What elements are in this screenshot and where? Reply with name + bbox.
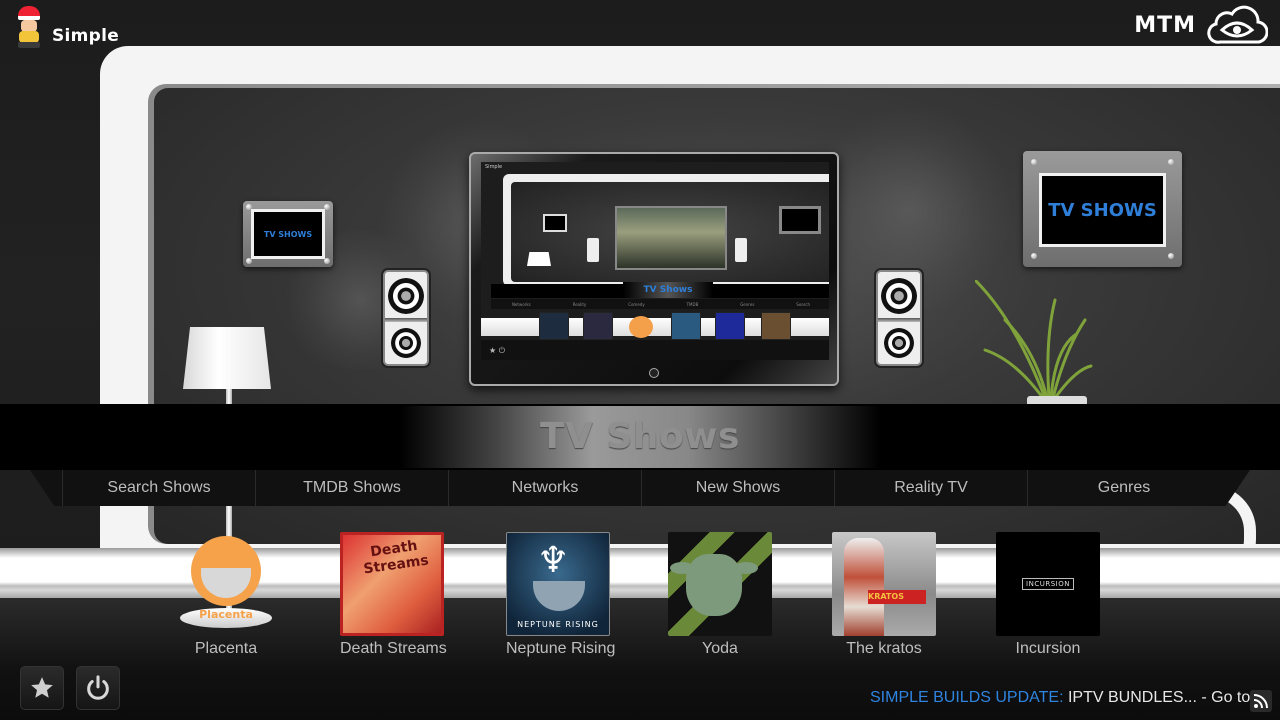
submenu-item-reality-tv[interactable]: Reality TV	[834, 470, 1027, 506]
kodi-home-screen: Simple MTM TV SHOWS TV SHOWS Simple TV S…	[0, 0, 1280, 720]
frame-text: TV SHOWS	[251, 209, 325, 259]
addon-label: The kratos	[846, 640, 922, 657]
cloud-eye-icon	[1207, 5, 1268, 44]
death-streams-icon: Death Streams	[340, 532, 444, 636]
tv-shows-frame-right: TV SHOWS	[1023, 151, 1182, 267]
speaker-left	[383, 270, 429, 366]
incursion-icon: INCURSION	[996, 532, 1100, 636]
power-icon	[87, 675, 109, 700]
addon-label: Death Streams	[340, 640, 447, 657]
submenu-bar: Search Shows TMDB Shows Networks New Sho…	[30, 470, 1250, 506]
addon-tile-the-kratos[interactable]: KRATOS The kratos	[832, 532, 936, 658]
addon-tile-yoda[interactable]: Yoda	[668, 532, 772, 658]
submenu-item-new-shows[interactable]: New Shows	[641, 470, 834, 506]
preview-screen: Simple TV Shows Networks Reality Comedy TMD…	[481, 162, 829, 360]
tv-power-led	[649, 368, 659, 378]
ticker-highlight: SIMPLE BUILDS UPDATE:	[870, 689, 1064, 706]
kratos-icon: KRATOS	[832, 532, 936, 636]
tv-shows-frame-left: TV SHOWS	[243, 201, 333, 267]
addon-label: Placenta	[194, 640, 258, 657]
addon-label: Neptune Rising	[506, 640, 616, 657]
mascot-icon	[10, 4, 48, 48]
logo-text: Simple	[52, 26, 120, 46]
brand-text: MTM	[1134, 12, 1196, 38]
neptune-rising-icon: ♆ NEPTUNE RISING	[506, 532, 610, 636]
brand: MTM	[1134, 4, 1268, 46]
addon-tile-neptune-rising[interactable]: ♆ NEPTUNE RISING Neptune Rising	[506, 532, 616, 658]
plant-decoration	[975, 280, 1093, 406]
frame-text: TV SHOWS	[1039, 173, 1166, 247]
star-icon	[31, 677, 53, 698]
yoda-icon	[668, 532, 772, 636]
preview-title: TV Shows	[623, 282, 713, 298]
power-button[interactable]	[76, 666, 120, 710]
submenu-item-genres[interactable]: Genres	[1027, 470, 1220, 506]
ticker-text: IPTV BUNDLES... - Go to	[1063, 689, 1251, 706]
news-ticker: SIMPLE BUILDS UPDATE: IPTV BUNDLES... - …	[870, 689, 1255, 707]
speaker-right	[876, 270, 922, 366]
placenta-icon: Placenta	[174, 532, 278, 636]
addon-label: Yoda	[702, 640, 738, 657]
addon-tile-incursion[interactable]: INCURSION Incursion	[996, 532, 1100, 658]
lamp-shade	[183, 327, 271, 389]
rss-icon	[1253, 694, 1268, 709]
submenu-item-tmdb-shows[interactable]: TMDB Shows	[255, 470, 448, 506]
submenu-item-search-shows[interactable]: Search Shows	[62, 470, 255, 506]
preview-tv: Simple TV Shows Networks Reality Comedy TMD…	[469, 152, 839, 386]
addon-shelf: Placenta Placenta Death Streams Death St…	[174, 532, 1114, 662]
addon-tile-placenta[interactable]: Placenta Placenta	[174, 532, 278, 658]
rss-button[interactable]	[1250, 690, 1272, 712]
preview-menu: Networks Reality Comedy TMDB Genres Search	[491, 299, 829, 309]
section-title: TV Shows	[540, 416, 740, 457]
addon-label: Incursion	[1015, 640, 1081, 657]
favourites-button[interactable]	[20, 666, 64, 710]
preview-mini-tv	[615, 206, 727, 270]
preview-logo: Simple	[485, 164, 503, 170]
addon-tile-death-streams[interactable]: Death Streams Death Streams	[340, 532, 447, 658]
skin-logo: Simple	[10, 4, 119, 48]
submenu-item-networks[interactable]: Networks	[448, 470, 641, 506]
